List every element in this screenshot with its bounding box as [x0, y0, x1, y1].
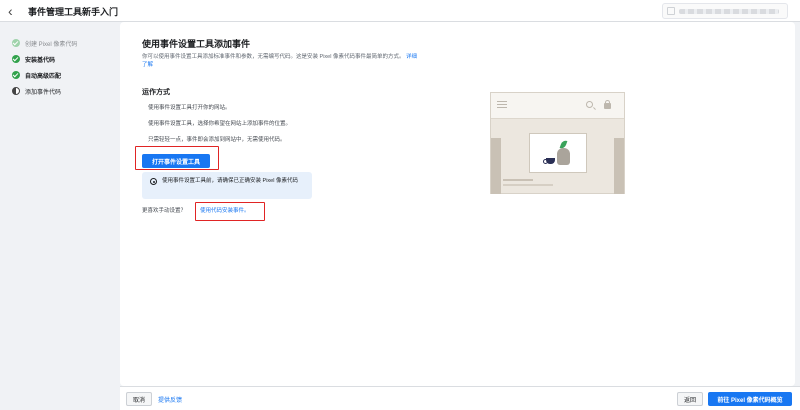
top-bar: ‹ 事件管理工具新手入门: [0, 0, 800, 22]
half-circle-progress-icon: [12, 87, 20, 95]
lock-icon: [604, 100, 611, 109]
sidebar-step-label: 添加事件代码: [25, 89, 62, 96]
illustration-text-line: [503, 179, 533, 181]
how-step-1: 使用事件设置工具打开你的网站。: [148, 105, 231, 111]
setup-steps-sidebar: 创建 Pixel 像素代码 安装基代码 自动高级匹配 添加事件代码: [0, 22, 120, 410]
how-step-3: 只需轻轻一点，事件即会添加到网站中，无需使用代码。: [148, 137, 286, 143]
description-text: 你可以使用事件设置工具添加标准事件和参数，无需编写代码。这是安装 Pixel 像…: [142, 54, 405, 60]
page-title: 事件管理工具新手入门: [28, 7, 119, 17]
search-icon: [586, 101, 593, 108]
sidebar-step-label: 安装基代码: [25, 57, 56, 64]
info-notice: 使用事件设置工具前，请确保已正确安装 Pixel 像素代码: [142, 172, 312, 199]
sidebar-step-label: 自动高级匹配: [25, 73, 62, 80]
section-title: 使用事件设置工具添加事件: [142, 39, 251, 49]
illustration-side-panel: [614, 138, 624, 194]
website-illustration: [490, 92, 625, 194]
menu-icon: [497, 101, 507, 108]
account-selector[interactable]: [662, 3, 788, 19]
check-circle-icon: [12, 39, 20, 47]
info-notice-text: 使用事件设置工具前，请确保已正确安装 Pixel 像素代码: [162, 178, 298, 184]
info-radio-icon: [150, 178, 157, 185]
product-image-frame: [529, 133, 587, 173]
go-to-pixel-overview-button[interactable]: 前往 Pixel 像素代码概览: [708, 392, 792, 406]
illustration-side-panel: [491, 138, 501, 194]
sidebar-step-install-base-code[interactable]: 安装基代码: [12, 52, 55, 66]
check-circle-icon: [12, 55, 20, 63]
footer-bar: 取消 提供反馈 返回 前往 Pixel 像素代码概览: [120, 386, 800, 410]
illustration-text-line: [503, 184, 553, 186]
sidebar-step-create-pixel[interactable]: 创建 Pixel 像素代码: [12, 36, 77, 50]
highlight-box-open-tool: [135, 146, 219, 170]
illustration-header: [491, 93, 624, 119]
vase-icon: [557, 148, 570, 165]
section-description: 你可以使用事件设置工具添加标准事件和参数，无需编写代码。这是安装 Pixel 像…: [142, 53, 422, 69]
check-circle-icon: [12, 71, 20, 79]
sidebar-step-add-event-code[interactable]: 添加事件代码: [12, 84, 61, 98]
give-feedback-link[interactable]: 提供反馈: [158, 395, 182, 404]
chevron-left-icon[interactable]: ‹: [8, 3, 24, 19]
highlight-box-code-link: [195, 202, 265, 221]
sidebar-step-label: 创建 Pixel 像素代码: [25, 41, 78, 48]
back-button[interactable]: 返回: [677, 392, 703, 406]
sidebar-step-auto-advanced-matching[interactable]: 自动高级匹配: [12, 68, 61, 82]
cup-icon: [543, 158, 555, 164]
account-thumbnail-icon: [667, 7, 675, 15]
manual-setup-prompt: 更喜欢手动设置？: [142, 208, 187, 214]
how-step-2: 使用事件设置工具，选择你希望在网站上添加事件的位置。: [148, 121, 292, 127]
account-name-redacted: [679, 9, 779, 14]
main-card: 使用事件设置工具添加事件 你可以使用事件设置工具添加标准事件和参数，无需编写代码…: [120, 22, 795, 386]
how-it-works-title: 运作方式: [142, 89, 170, 96]
cancel-button[interactable]: 取消: [126, 392, 152, 406]
